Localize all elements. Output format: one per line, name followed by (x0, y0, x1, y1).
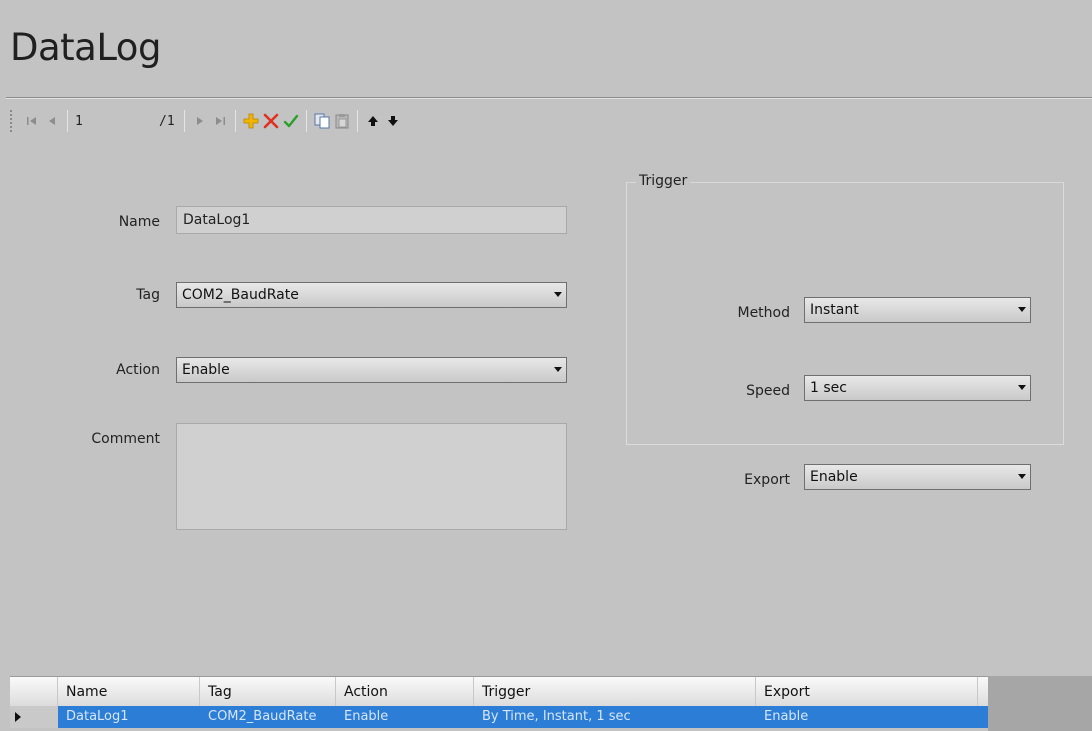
column-header-trigger[interactable]: Trigger (474, 677, 756, 706)
action-dropdown[interactable]: Enable (176, 357, 567, 383)
grid-header: Name Tag Action Trigger Export (10, 676, 1092, 706)
row-indicator[interactable] (10, 706, 58, 728)
method-dropdown[interactable]: Instant (804, 297, 1031, 323)
action-label: Action (116, 362, 160, 378)
action-dropdown-value: Enable (182, 362, 230, 378)
chevron-down-icon (554, 292, 562, 297)
name-label: Name (118, 214, 160, 230)
move-down-icon[interactable] (383, 110, 403, 132)
cell-trigger[interactable]: By Time, Instant, 1 sec (474, 706, 756, 728)
column-header-name[interactable]: Name (58, 677, 200, 706)
tag-dropdown-value: COM2_BaudRate (182, 287, 299, 303)
cell-action[interactable]: Enable (336, 706, 474, 728)
column-header-tag[interactable]: Tag (200, 677, 336, 706)
paste-icon[interactable] (332, 110, 352, 132)
chevron-down-icon (1018, 474, 1026, 479)
page-title: DataLog (10, 26, 161, 69)
chevron-down-icon (1018, 385, 1026, 390)
table-row[interactable]: DataLog1 COM2_BaudRate Enable By Time, I… (10, 706, 1092, 728)
cell-export[interactable]: Enable (756, 706, 978, 728)
toolbar-separator (356, 110, 358, 132)
title-divider (6, 97, 1092, 99)
record-position-input[interactable] (73, 111, 155, 131)
tag-label: Tag (136, 287, 160, 303)
comment-label: Comment (91, 431, 160, 447)
tag-dropdown[interactable]: COM2_BaudRate (176, 282, 567, 308)
speed-dropdown-value: 1 sec (810, 380, 847, 396)
next-record-icon[interactable] (190, 110, 210, 132)
speed-dropdown[interactable]: 1 sec (804, 375, 1031, 401)
prev-record-icon[interactable] (42, 110, 62, 132)
row-header-corner (10, 677, 58, 706)
chevron-down-icon (1018, 307, 1026, 312)
toolbar-grip[interactable] (10, 110, 14, 132)
cell-name[interactable]: DataLog1 (58, 706, 200, 728)
name-field[interactable]: DataLog1 (176, 206, 567, 234)
current-row-icon (15, 712, 21, 722)
column-header-export[interactable]: Export (756, 677, 978, 706)
add-icon[interactable] (241, 110, 261, 132)
comment-textarea[interactable] (176, 423, 567, 530)
record-total: /1 (159, 113, 175, 129)
export-dropdown[interactable]: Enable (804, 464, 1031, 490)
datalog-grid: Name Tag Action Trigger Export DataLog1 … (10, 676, 1092, 731)
record-toolbar: /1 (10, 106, 570, 136)
apply-icon[interactable] (281, 110, 301, 132)
toolbar-separator (305, 110, 307, 132)
speed-label: Speed (746, 383, 790, 399)
last-record-icon[interactable] (210, 110, 230, 132)
toolbar-separator (183, 110, 185, 132)
method-label: Method (737, 305, 790, 321)
chevron-down-icon (554, 367, 562, 372)
toolbar-separator (67, 110, 68, 132)
method-dropdown-value: Instant (810, 302, 859, 318)
trigger-group-title: Trigger (636, 173, 691, 189)
column-header-action[interactable]: Action (336, 677, 474, 706)
toolbar-separator (234, 110, 236, 132)
cell-tag[interactable]: COM2_BaudRate (200, 706, 336, 728)
grid-empty-area (988, 676, 1092, 731)
export-label: Export (744, 472, 790, 488)
export-dropdown-value: Enable (810, 469, 858, 485)
copy-icon[interactable] (312, 110, 332, 132)
first-record-icon[interactable] (22, 110, 42, 132)
move-up-icon[interactable] (363, 110, 383, 132)
delete-icon[interactable] (261, 110, 281, 132)
